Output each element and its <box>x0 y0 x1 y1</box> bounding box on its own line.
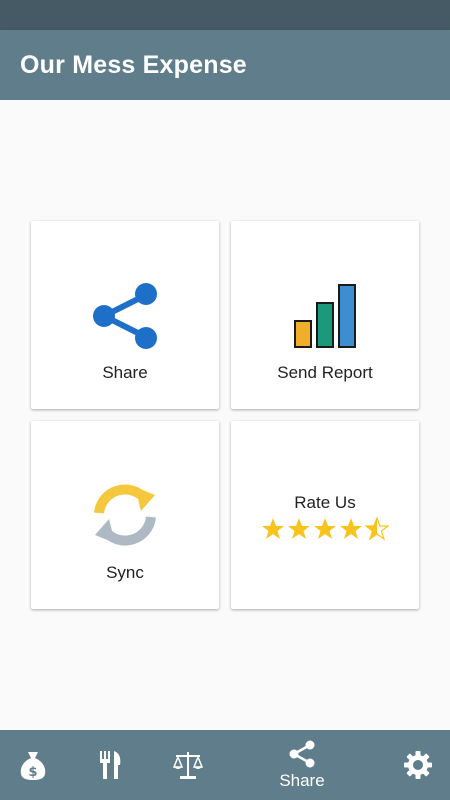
star-icon <box>314 518 336 539</box>
money-bag-icon: $ <box>20 752 46 780</box>
rate-us-label: Rate Us <box>294 493 356 512</box>
star-icon <box>262 518 284 539</box>
svg-text:$: $ <box>28 765 37 780</box>
nav-meals[interactable] <box>94 730 128 800</box>
share-icon <box>289 740 315 768</box>
nav-share[interactable]: Share <box>272 730 332 800</box>
main-content: Share Send Report Sync Rate Us <box>0 100 450 730</box>
star-icon <box>288 518 310 539</box>
rate-us-card[interactable]: Rate Us <box>231 421 419 609</box>
nav-settings[interactable] <box>400 730 436 800</box>
status-bar <box>0 0 450 30</box>
sync-card-label: Sync <box>106 563 144 582</box>
send-report-card-label: Send Report <box>277 363 373 382</box>
nav-share-label: Share <box>279 771 325 790</box>
sync-icon <box>31 479 219 551</box>
star-icon <box>340 518 362 539</box>
bottom-nav: $ Share <box>0 730 450 800</box>
app-bar: Our Mess Expense <box>0 30 450 100</box>
page-title: Our Mess Expense <box>20 51 247 79</box>
send-report-card[interactable]: Send Report <box>231 221 419 409</box>
nav-balance[interactable] <box>170 730 206 800</box>
share-card-label: Share <box>102 363 148 382</box>
share-icon <box>31 281 219 351</box>
share-card[interactable]: Share <box>31 221 219 409</box>
balance-scale-icon <box>172 752 204 779</box>
nav-expense[interactable]: $ <box>12 730 54 800</box>
sync-card[interactable]: Sync <box>31 421 219 609</box>
bar-chart-icon <box>231 283 419 349</box>
fork-knife-icon <box>100 751 121 779</box>
half-star-icon <box>365 517 389 541</box>
star-rating <box>231 517 419 541</box>
gear-icon <box>404 751 432 779</box>
